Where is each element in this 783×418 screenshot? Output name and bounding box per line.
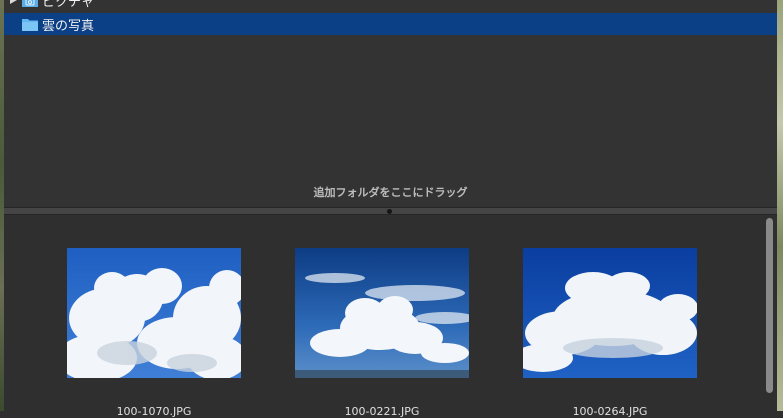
- disclosure-triangle-icon[interactable]: [10, 0, 17, 4]
- folder-tree-item-cloud-photos[interactable]: 雲の写真: [4, 13, 777, 35]
- folder-tree-item-label: ピクチャ: [42, 0, 94, 10]
- pictures-folder-icon: [22, 0, 38, 7]
- desktop-background-right: [777, 0, 783, 411]
- vertical-scrollbar[interactable]: [766, 218, 773, 393]
- panel-splitter[interactable]: [4, 207, 777, 215]
- splitter-handle-icon[interactable]: [387, 209, 392, 214]
- folder-tree-panel: ピクチャ 雲の写真 追加フォルダをここにドラッグ: [4, 0, 777, 207]
- thumbnail-filename: 100-0264.JPG: [572, 405, 648, 418]
- thumbnail-image[interactable]: [523, 248, 697, 378]
- thumbnail-filename: 100-1070.JPG: [116, 405, 192, 418]
- library-window: ピクチャ 雲の写真 追加フォルダをここにドラッグ 100-1070.JPG 10…: [4, 0, 777, 418]
- drop-folder-hint: 追加フォルダをここにドラッグ: [313, 186, 468, 199]
- folder-icon: [22, 18, 38, 31]
- thumbnail-filename: 100-0221.JPG: [344, 405, 420, 418]
- thumbnail-grid: 100-1070.JPG 100-0221.JPG 100-0264.JPG: [4, 215, 777, 418]
- thumbnail-image[interactable]: [295, 248, 469, 378]
- thumbnail-image[interactable]: [67, 248, 241, 378]
- folder-tree-item-pictures[interactable]: ピクチャ: [4, 0, 777, 11]
- folder-tree-item-label: 雲の写真: [42, 18, 95, 34]
